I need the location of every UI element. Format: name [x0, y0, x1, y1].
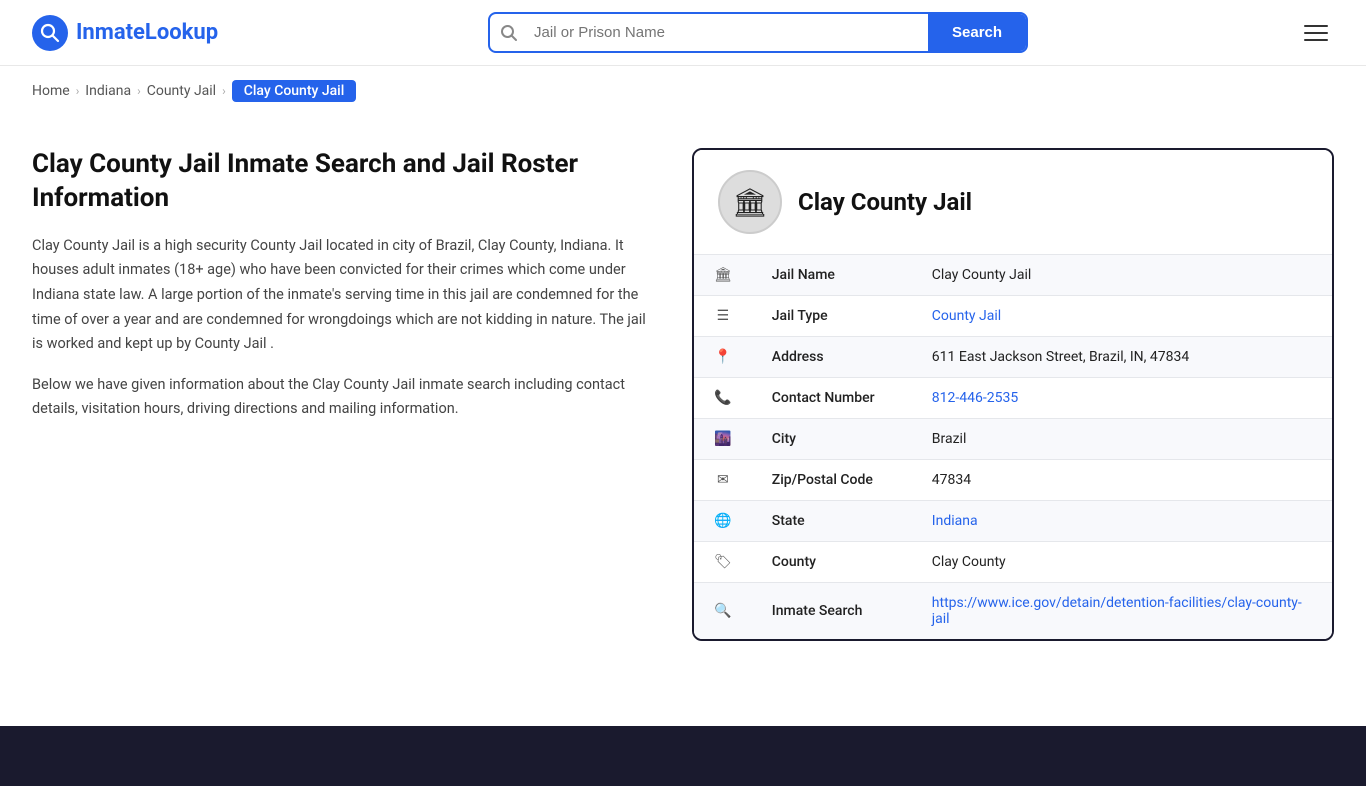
row-value: 611 East Jackson Street, Brazil, IN, 478…	[912, 337, 1332, 378]
footer	[0, 726, 1366, 786]
table-row: ☰Jail Type County Jail	[694, 296, 1332, 337]
row-icon: 📞	[694, 378, 752, 419]
row-label: Jail Name	[752, 255, 912, 296]
breadcrumb-sep-3: ›	[222, 84, 226, 98]
breadcrumb-current: Clay County Jail	[232, 80, 357, 102]
row-label: Jail Type	[752, 296, 912, 337]
left-column: Clay County Jail Inmate Search and Jail …	[32, 148, 652, 664]
row-icon: ✉	[694, 460, 752, 501]
card-header: 🏛 Clay County Jail	[694, 150, 1332, 254]
menu-button[interactable]	[1298, 19, 1334, 47]
search-input[interactable]	[528, 14, 928, 51]
row-value: 47834	[912, 460, 1332, 501]
row-label: Zip/Postal Code	[752, 460, 912, 501]
header: InmateLookup Search	[0, 0, 1366, 66]
row-value: Clay County	[912, 542, 1332, 583]
page-title: Clay County Jail Inmate Search and Jail …	[32, 148, 652, 216]
table-row: 🏷CountyClay County	[694, 542, 1332, 583]
breadcrumb-sep-2: ›	[137, 84, 141, 98]
row-icon: 🌆	[694, 419, 752, 460]
row-value[interactable]: Indiana	[912, 501, 1332, 542]
info-card: 🏛 Clay County Jail 🏛Jail NameClay County…	[692, 148, 1334, 641]
breadcrumb-sep-1: ›	[76, 84, 80, 98]
row-value[interactable]: County Jail	[912, 296, 1332, 337]
search-button[interactable]: Search	[928, 14, 1026, 51]
row-value[interactable]: 812-446-2535	[912, 378, 1332, 419]
row-value-link[interactable]: County Jail	[932, 308, 1001, 324]
breadcrumb-home[interactable]: Home	[32, 83, 70, 99]
row-icon: 📍	[694, 337, 752, 378]
right-column: 🏛 Clay County Jail 🏛Jail NameClay County…	[692, 148, 1334, 664]
row-value-link[interactable]: https://www.ice.gov/detain/detention-fac…	[932, 595, 1302, 627]
row-icon: 🏷	[694, 542, 752, 583]
description-paragraph-2: Below we have given information about th…	[32, 373, 652, 422]
row-label: Inmate Search	[752, 583, 912, 640]
main-content: Clay County Jail Inmate Search and Jail …	[0, 116, 1366, 696]
table-row: 🏛Jail NameClay County Jail	[694, 255, 1332, 296]
row-label: County	[752, 542, 912, 583]
row-value[interactable]: https://www.ice.gov/detain/detention-fac…	[912, 583, 1332, 640]
jail-avatar: 🏛	[718, 170, 782, 234]
info-table: 🏛Jail NameClay County Jail☰Jail TypeCoun…	[694, 254, 1332, 639]
row-value: Brazil	[912, 419, 1332, 460]
row-icon: ☰	[694, 296, 752, 337]
table-row: ✉Zip/Postal Code47834	[694, 460, 1332, 501]
breadcrumb-county-jail[interactable]: County Jail	[147, 83, 216, 99]
logo-text: InmateLookup	[76, 20, 218, 45]
search-bar: Search	[488, 12, 1028, 53]
card-jail-name: Clay County Jail	[798, 188, 972, 216]
description-paragraph-1: Clay County Jail is a high security Coun…	[32, 234, 652, 357]
row-label: State	[752, 501, 912, 542]
table-row: 🌆CityBrazil	[694, 419, 1332, 460]
breadcrumb: Home › Indiana › County Jail › Clay Coun…	[0, 66, 1366, 116]
table-row: 🔍Inmate Search https://www.ice.gov/detain…	[694, 583, 1332, 640]
breadcrumb-indiana[interactable]: Indiana	[85, 83, 131, 99]
row-label: Address	[752, 337, 912, 378]
logo-link[interactable]: InmateLookup	[32, 15, 218, 51]
row-icon: 🔍	[694, 583, 752, 640]
row-icon: 🏛	[694, 255, 752, 296]
row-label: City	[752, 419, 912, 460]
row-value-link[interactable]: 812-446-2535	[932, 390, 1018, 406]
table-row: 🌐State Indiana	[694, 501, 1332, 542]
table-row: 📍Address611 East Jackson Street, Brazil,…	[694, 337, 1332, 378]
logo-icon	[32, 15, 68, 51]
row-value-link[interactable]: Indiana	[932, 513, 978, 529]
table-row: 📞Contact Number 812-446-2535	[694, 378, 1332, 419]
row-label: Contact Number	[752, 378, 912, 419]
search-icon	[490, 24, 528, 42]
row-value: Clay County Jail	[912, 255, 1332, 296]
row-icon: 🌐	[694, 501, 752, 542]
